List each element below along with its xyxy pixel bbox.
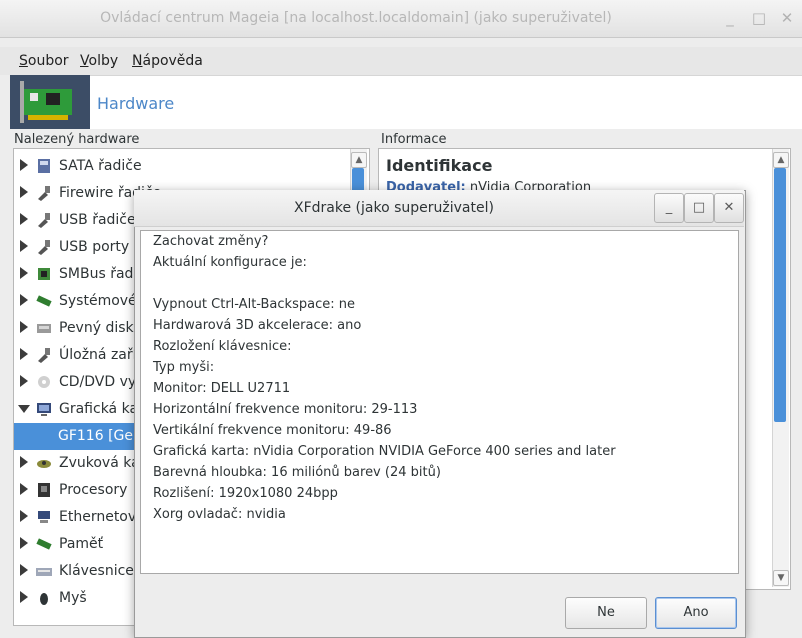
expander-open-icon[interactable] — [18, 405, 30, 413]
info-scroll-thumb[interactable] — [774, 168, 786, 422]
tree-item-label: Procesory — [59, 482, 128, 498]
close-icon[interactable]: ✕ — [777, 8, 797, 28]
expander-icon[interactable] — [20, 159, 28, 171]
tree-item-label: Ethernetov — [59, 509, 137, 525]
menu-napoveda[interactable]: Nápověda — [132, 53, 203, 69]
banner-title: Hardware — [97, 94, 175, 113]
dialog-close-icon[interactable]: ✕ — [714, 193, 744, 223]
tree-item-sata[interactable]: SATA řadiče — [14, 153, 354, 180]
tree-item-label: USB řadiče — [59, 212, 136, 228]
tree-item-label: Grafická kar — [59, 401, 144, 417]
message-line: Aktuální konfigurace je: — [153, 255, 307, 270]
tree-item-label: CD/DVD vy — [59, 374, 137, 390]
tree-item-label: Paměť — [59, 536, 104, 552]
message-line: Rozlišení: 1920x1080 24bpp — [153, 486, 338, 501]
menu-napoveda-label: ápověda — [142, 53, 203, 69]
tree-item-label: GF116 [Ge — [58, 428, 133, 444]
minimize-icon[interactable]: _ — [720, 8, 740, 28]
information-label: Informace — [381, 132, 447, 147]
maximize-icon[interactable]: □ — [749, 8, 769, 28]
message-line: Grafická karta: nVidia Corporation NVIDI… — [153, 444, 616, 459]
menu-volby-mnemonic: V — [80, 53, 89, 69]
yes-button[interactable]: Ano — [655, 597, 737, 629]
scroll-up-icon[interactable]: ▲ — [351, 152, 367, 168]
cpu-icon — [36, 482, 52, 498]
hard-disk-icon — [36, 320, 52, 336]
plug-icon — [36, 185, 52, 201]
message-line: Zachovat změny? — [153, 234, 269, 249]
found-hardware-label: Nalezený hardware — [14, 132, 140, 147]
expander-icon[interactable] — [20, 456, 28, 468]
expander-icon[interactable] — [20, 240, 28, 252]
network-icon — [36, 509, 52, 525]
plug-icon — [36, 212, 52, 228]
message-line: Monitor: DELL U2711 — [153, 381, 291, 396]
message-line: Vypnout Ctrl-Alt-Backspace: ne — [153, 297, 355, 312]
message-line: Barevná hloubka: 16 miliónů barev (24 bi… — [153, 465, 441, 480]
window-title: Ovládací centrum Mageia [na localhost.lo… — [100, 10, 612, 26]
mouse-icon — [36, 590, 52, 606]
menu-volby[interactable]: Volby — [80, 53, 118, 69]
expander-icon[interactable] — [20, 267, 28, 279]
dialog-title: XFdrake (jako superuživatel) — [294, 200, 494, 216]
dialog-maximize-icon[interactable]: □ — [684, 193, 714, 223]
message-line: Hardwarová 3D akcelerace: ano — [153, 318, 362, 333]
expander-icon[interactable] — [20, 537, 28, 549]
expander-icon[interactable] — [20, 186, 28, 198]
message-line: Xorg ovladač: nvidia — [153, 507, 286, 522]
plug-icon — [36, 239, 52, 255]
message-line: Vertikální frekvence monitoru: 49-86 — [153, 423, 392, 438]
memory-module-icon — [36, 536, 52, 552]
optical-disc-icon — [36, 374, 52, 390]
menu-bar — [0, 47, 802, 75]
tree-item-label: Systémové — [59, 293, 137, 309]
keyboard-icon — [36, 563, 52, 579]
dialog-minimize-icon[interactable]: _ — [654, 193, 684, 223]
plug-icon — [36, 347, 52, 363]
expander-icon[interactable] — [20, 321, 28, 333]
chip-icon — [36, 266, 52, 282]
message-line: Typ myši: — [153, 360, 215, 375]
menu-soubor[interactable]: Soubor — [19, 53, 69, 69]
tree-item-label: Zvuková kar — [59, 455, 146, 471]
tree-item-label: SATA řadiče — [59, 158, 142, 174]
expander-icon[interactable] — [20, 213, 28, 225]
message-line: Horizontální frekvence monitoru: 29-113 — [153, 402, 418, 417]
menu-soubor-mnemonic: S — [19, 53, 28, 69]
scroll-down-icon[interactable]: ▼ — [773, 570, 789, 586]
sound-card-icon — [36, 455, 52, 471]
no-button[interactable]: Ne — [565, 597, 647, 629]
tree-item-label: Klávesnice — [59, 563, 134, 579]
expander-icon[interactable] — [20, 483, 28, 495]
menu-volby-label: olby — [88, 53, 119, 69]
expander-icon[interactable] — [20, 564, 28, 576]
scroll-up-icon[interactable]: ▲ — [773, 152, 789, 168]
tree-item-label: USB porty — [59, 239, 130, 255]
message-line: Rozložení klávesnice: — [153, 339, 292, 354]
expander-icon[interactable] — [20, 510, 28, 522]
sata-controller-icon — [36, 158, 52, 174]
expander-icon[interactable] — [20, 294, 28, 306]
expander-icon[interactable] — [20, 375, 28, 387]
tree-item-label: Myš — [59, 590, 87, 606]
menu-soubor-label: oubor — [27, 53, 69, 69]
menu-napoveda-mnemonic: N — [132, 53, 143, 69]
monitor-icon — [36, 401, 52, 417]
tree-item-label: Úložná zaří — [59, 347, 137, 363]
identification-heading: Identifikace — [386, 156, 493, 175]
tree-item-label: Pevný disk — [59, 320, 134, 336]
expander-icon[interactable] — [20, 591, 28, 603]
memory-module-icon — [36, 293, 52, 309]
expander-icon[interactable] — [20, 348, 28, 360]
hardware-card-icon — [10, 75, 90, 129]
